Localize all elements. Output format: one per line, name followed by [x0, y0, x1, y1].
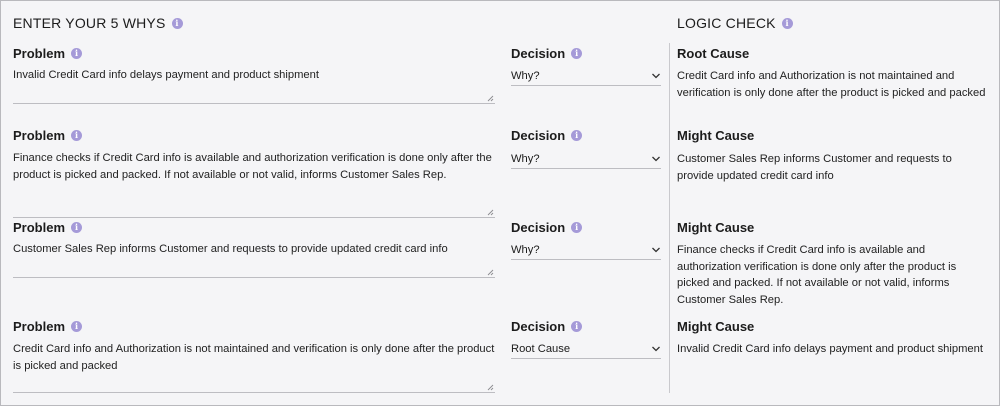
decision-select-1[interactable]: Why? [511, 66, 661, 86]
problem-label: Problem i [13, 319, 83, 334]
decision-select-value: Why? [511, 243, 540, 256]
decision-select-value: Root Cause [511, 342, 571, 355]
decision-select-4[interactable]: Root Cause [511, 339, 661, 359]
problem-field-underline [13, 277, 495, 278]
column-divider [669, 43, 670, 393]
chevron-down-icon [652, 156, 660, 161]
logic-cause-text-2: Customer Sales Rep informs Customer and … [677, 153, 952, 182]
problem-field-3[interactable]: Customer Sales Rep informs Customer and … [13, 241, 495, 258]
problem-field-underline [13, 103, 495, 104]
problem-label: Problem i [13, 128, 83, 143]
decision-label-text: Decision [511, 319, 566, 334]
info-icon[interactable]: i [71, 130, 83, 141]
problem-field-underline [13, 392, 495, 393]
resize-handle-icon[interactable] [487, 384, 494, 391]
logic-cause-head-4: Might Cause [677, 319, 755, 334]
info-icon[interactable]: i [71, 321, 83, 332]
info-icon[interactable]: i [71, 222, 83, 233]
info-icon[interactable]: i [781, 17, 793, 29]
problem-label-text: Problem [13, 128, 66, 143]
decision-label: Decision i [511, 46, 583, 61]
five-whys-title-text: ENTER YOUR 5 WHYS [13, 15, 166, 31]
decision-label: Decision i [511, 128, 583, 143]
decision-select-value: Why? [511, 69, 540, 82]
chevron-down-icon [652, 247, 660, 252]
decision-select-value: Why? [511, 152, 540, 165]
logic-check-title-text: LOGIC CHECK [677, 15, 776, 31]
problem-field-1[interactable]: Invalid Credit Card info delays payment … [13, 67, 495, 84]
info-icon[interactable]: i [571, 222, 583, 233]
decision-label: Decision i [511, 319, 583, 334]
five-whys-panel: ENTER YOUR 5 WHYS i LOGIC CHECK i Proble… [0, 0, 1000, 406]
info-icon[interactable]: i [171, 17, 183, 29]
logic-cause-text-1: Credit Card info and Authorization is no… [677, 70, 986, 99]
problem-label: Problem i [13, 46, 83, 61]
problem-field-2[interactable]: Finance checks if Credit Card info is av… [13, 150, 495, 183]
logic-cause-head-3: Might Cause [677, 220, 755, 235]
info-icon[interactable]: i [571, 48, 583, 59]
logic-cause-text-3: Finance checks if Credit Card info is av… [677, 244, 957, 306]
chevron-down-icon [652, 73, 660, 78]
info-icon[interactable]: i [571, 321, 583, 332]
decision-select-2[interactable]: Why? [511, 149, 661, 169]
logic-check-title: LOGIC CHECK i [677, 15, 793, 31]
chevron-down-icon [652, 346, 660, 351]
problem-label-text: Problem [13, 220, 66, 235]
problem-field-4[interactable]: Credit Card info and Authorization is no… [13, 341, 495, 374]
resize-handle-icon[interactable] [487, 95, 494, 102]
problem-label-text: Problem [13, 319, 66, 334]
logic-cause-head-2: Might Cause [677, 128, 755, 143]
five-whys-title: ENTER YOUR 5 WHYS i [13, 15, 183, 31]
problem-label-text: Problem [13, 46, 66, 61]
resize-handle-icon[interactable] [487, 269, 494, 276]
problem-label: Problem i [13, 220, 83, 235]
logic-cause-text-4: Invalid Credit Card info delays payment … [677, 343, 983, 355]
decision-label-text: Decision [511, 128, 566, 143]
decision-label: Decision i [511, 220, 583, 235]
info-icon[interactable]: i [71, 48, 83, 59]
problem-field-underline [13, 217, 495, 218]
info-icon[interactable]: i [571, 130, 583, 141]
decision-label-text: Decision [511, 46, 566, 61]
resize-handle-icon[interactable] [487, 209, 494, 216]
decision-label-text: Decision [511, 220, 566, 235]
decision-select-3[interactable]: Why? [511, 240, 661, 260]
logic-cause-head-1: Root Cause [677, 46, 750, 61]
